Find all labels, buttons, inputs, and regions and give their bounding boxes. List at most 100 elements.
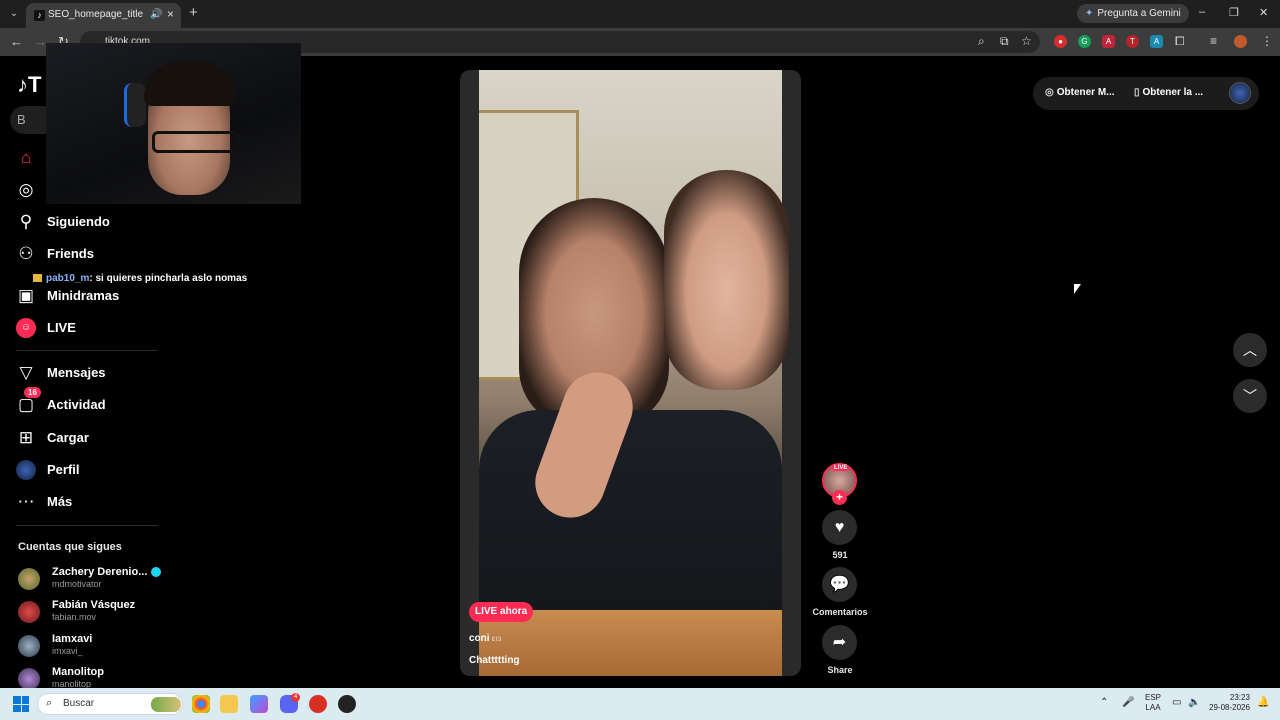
chat-message: pab10_m: si quieres pincharla aslo nomas	[33, 273, 247, 284]
account-item[interactable]: Iamxavi imxavi_	[18, 633, 168, 661]
window-close-icon[interactable]: ✕	[1259, 6, 1268, 19]
tab-search-icon[interactable]: ⌄	[6, 6, 22, 22]
obs-icon[interactable]	[338, 695, 356, 713]
restore-icon[interactable]: ❐	[1229, 6, 1239, 19]
avatar-live-badge: LIVE	[832, 465, 850, 471]
live-now-badge[interactable]: LIVE ahora	[469, 602, 534, 622]
comment-button[interactable]: 💬	[822, 567, 857, 602]
media-control-icon[interactable]: ≡	[1210, 34, 1217, 48]
language-indicator[interactable]: ESP LAA	[1145, 693, 1161, 713]
sidebar-item-following[interactable]: ⚲ Siguiendo	[16, 210, 166, 234]
gemini-button[interactable]: ✦ Pregunta a Gemini	[1077, 4, 1189, 23]
chevron-down-icon: ﹀	[1243, 388, 1257, 404]
extension-red-icon[interactable]: ●	[1054, 35, 1067, 48]
sidebar-item-label: Más	[47, 494, 73, 509]
taskbar-clock[interactable]: 23:23 29-08-2026	[1209, 693, 1250, 713]
follow-button[interactable]: +	[832, 490, 847, 505]
sidebar-item-minidramas[interactable]: ▣ Minidramas	[16, 284, 166, 308]
minimize-icon[interactable]: –	[1199, 6, 1205, 18]
extension-translate-icon[interactable]: A	[1150, 35, 1163, 48]
tab-audio-icon[interactable]: 🔊	[150, 9, 162, 20]
extensions-puzzle-icon[interactable]: ⧠	[1175, 34, 1185, 49]
live-video[interactable]	[479, 70, 789, 676]
language-primary: ESP	[1145, 693, 1162, 702]
taskbar-search[interactable]: ⌕ Buscar	[37, 693, 183, 715]
sidebar-item-label: LIVE	[47, 320, 76, 335]
tray-chevron-icon[interactable]: ⌃	[1100, 697, 1108, 708]
grammarly-icon[interactable]: G	[1078, 35, 1091, 48]
browser-tab[interactable]: ♪ SEO_homepage_title 🔊 ×	[26, 3, 181, 28]
account-name: Fabián Vásquez	[52, 599, 136, 611]
back-icon[interactable]: ←	[10, 34, 23, 49]
like-button[interactable]: ♥	[822, 510, 857, 545]
heart-icon: ♥	[834, 519, 845, 536]
volume-icon[interactable]: 🔈	[1188, 697, 1200, 708]
activity-badge: 16	[24, 387, 41, 398]
network-icon[interactable]: ▭	[1172, 697, 1181, 708]
taskbar-search-label: Buscar	[63, 698, 95, 709]
streamer-hair	[144, 61, 236, 106]
account-username: mdmotivator	[52, 579, 102, 589]
extension-tiktok-icon[interactable]: T	[1126, 35, 1139, 48]
copilot-icon[interactable]	[250, 695, 268, 713]
install-icon[interactable]: ⧉	[1000, 34, 1009, 49]
clock-date: 29-08-2026	[1209, 703, 1250, 712]
live-icon: ☺	[16, 318, 36, 338]
share-icon: ➦	[832, 634, 847, 651]
tab-title: SEO_homepage_title	[48, 9, 144, 20]
sidebar-item-upload[interactable]: ⊞ Cargar	[16, 426, 166, 450]
sidebar-item-messages[interactable]: ▽ Mensajes	[16, 361, 166, 385]
comments-label: Comentarios	[812, 607, 868, 617]
chrome-menu-icon[interactable]: ⋮	[1261, 34, 1273, 48]
verified-icon	[151, 567, 162, 578]
gemini-icon: ✦	[1085, 8, 1094, 19]
red-app-icon[interactable]	[309, 695, 327, 713]
user-avatar[interactable]	[1229, 82, 1251, 104]
video-player[interactable]	[460, 70, 801, 676]
account-name-text: Zachery Derenio...	[52, 566, 148, 578]
microphone-icon[interactable]: 🎤	[1122, 697, 1134, 708]
share-button[interactable]: ➦	[822, 625, 857, 660]
sidebar-divider	[16, 350, 158, 351]
avatar	[18, 635, 40, 657]
like-count: 591	[832, 550, 848, 560]
adblock-icon[interactable]: A	[1102, 35, 1115, 48]
glasses-shape	[152, 131, 240, 153]
account-item[interactable]: Fabián Vásquez fabian.mov	[18, 599, 168, 627]
previous-video-button[interactable]: ︿	[1233, 333, 1267, 367]
get-coins-label: Obtener M...	[1056, 87, 1115, 98]
file-explorer-icon[interactable]	[220, 695, 238, 713]
sidebar-item-label: Perfil	[47, 462, 80, 477]
browser-tabbar: ⌄ ♪ SEO_homepage_title 🔊 × + ✦ Pregunta a…	[0, 0, 1280, 28]
sidebar-item-profile[interactable]: Perfil	[16, 458, 166, 482]
zoom-icon[interactable]: ⌕	[978, 34, 985, 49]
sidebar-item-activity[interactable]: ▢ 16 Actividad	[16, 387, 166, 417]
tiktok-logo-icon[interactable]: ♪T	[17, 72, 41, 98]
account-name: Zachery Derenio...	[52, 566, 162, 578]
new-tab-icon[interactable]: +	[189, 4, 198, 21]
next-video-button[interactable]: ﹀	[1233, 379, 1267, 413]
sidebar-divider	[16, 525, 158, 526]
chrome-profile-avatar[interactable]	[1234, 35, 1247, 48]
film-icon: ▣	[17, 286, 35, 305]
sidebar-item-more[interactable]: ⋯ Más	[16, 490, 166, 514]
sidebar-item-label: Cargar	[47, 430, 89, 445]
avatar	[18, 568, 40, 590]
top-right-bar: ◎ Obtener M... ▯ Obtener la ...	[1033, 77, 1259, 110]
gemini-label: Pregunta a Gemini	[1097, 8, 1181, 19]
live-username[interactable]: coni ɛıɜ	[469, 633, 501, 644]
crown-icon	[33, 274, 42, 283]
sidebar-item-live[interactable]: ☺ LIVE	[16, 316, 166, 340]
windows-start-icon[interactable]	[13, 696, 29, 712]
account-item[interactable]: Zachery Derenio... mdmotivator	[18, 566, 168, 594]
clock-time: 23:23	[1229, 693, 1250, 702]
chrome-app-icon[interactable]	[192, 695, 210, 713]
get-coins-button[interactable]: ◎ Obtener M...	[1045, 87, 1115, 98]
notification-icon[interactable]: 🔔	[1257, 697, 1269, 708]
sidebar-item-label: Siguiendo	[47, 214, 110, 229]
coin-icon: ◎	[1045, 87, 1054, 98]
sidebar-item-friends[interactable]: ⚇ Friends	[16, 242, 166, 266]
bookmark-star-icon[interactable]: ☆	[1021, 34, 1032, 48]
tab-close-icon[interactable]: ×	[167, 7, 174, 21]
get-app-button[interactable]: ▯ Obtener la ...	[1134, 87, 1203, 98]
